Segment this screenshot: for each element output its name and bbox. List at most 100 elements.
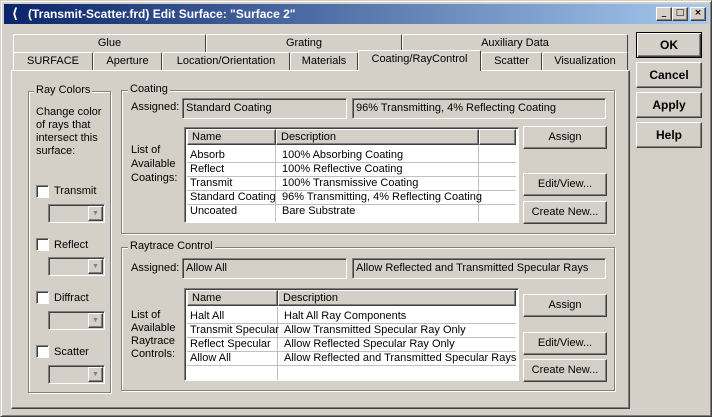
column-header-label: Name — [192, 131, 222, 143]
scatter-color-select[interactable]: ▼ — [48, 365, 105, 384]
ray-colors-description: intersect this — [36, 132, 98, 144]
table-cell: 96% Transmitting, 4% Reflecting Coating — [282, 191, 482, 203]
transmit-checkbox[interactable] — [36, 185, 49, 198]
table-cell: Reflect — [190, 163, 225, 175]
tab-coating-raycontrol[interactable]: Coating/RayControl — [358, 50, 481, 71]
minimize-button[interactable]: _ — [656, 7, 672, 21]
app-icon[interactable]: ⟨ — [7, 6, 23, 22]
coating-edit-view-button[interactable]: Edit/View... — [523, 173, 607, 196]
coating-assigned-value: Standard Coating — [182, 98, 347, 119]
tab-materials[interactable]: Materials — [290, 52, 358, 71]
table-cell: Transmit Specular — [190, 324, 279, 336]
tab-label: Grating — [285, 37, 323, 49]
table-row[interactable]: Allow All Allow Reflected and Transmitted… — [187, 351, 518, 365]
transmit-label: Transmit — [54, 185, 97, 197]
table-cell: Reflect Specular — [190, 338, 271, 350]
table-row[interactable]: Transmit Specular Allow Transmitted Specu… — [187, 323, 518, 337]
raytrace-list-label: Controls: — [131, 348, 176, 360]
coating-assigned-text: Standard Coating — [186, 102, 272, 114]
ray-colors-title: Ray Colors — [34, 84, 93, 96]
tab-label: Auxiliary Data — [481, 37, 549, 49]
raytrace-create-new-button[interactable]: Create New... — [523, 359, 607, 382]
table-cell: Bare Substrate — [282, 205, 356, 217]
table-cell: Transmit — [190, 177, 233, 189]
ok-button[interactable]: OK — [636, 32, 702, 58]
tab-location-orientation[interactable]: Location/Orientation — [162, 52, 290, 71]
table-row[interactable]: Halt All Halt All Ray Components — [187, 309, 518, 323]
tab-label: Scatter — [494, 55, 529, 67]
table-cell: 100% Reflective Coating — [282, 163, 403, 175]
coating-create-new-button[interactable]: Create New... — [523, 201, 607, 224]
table-cell: 100% Absorbing Coating — [282, 149, 404, 161]
window-title: (Transmit-Scatter.frd) Edit Surface: "Su… — [28, 7, 296, 21]
coating-assigned-desc-text: 96% Transmitting, 4% Reflecting Coating — [356, 102, 556, 114]
table-cell: Allow Transmitted Specular Ray Only — [284, 324, 466, 336]
column-header-label: Description — [283, 292, 339, 304]
raytrace-control-title: Raytrace Control — [128, 240, 215, 252]
chevron-down-icon[interactable]: ▼ — [88, 259, 103, 274]
column-header-label: Name — [192, 292, 222, 304]
table-cell: Uncoated — [190, 205, 238, 217]
table-row[interactable]: Reflect 100% Reflective Coating — [187, 162, 518, 176]
table-cell: Halt All — [190, 310, 225, 322]
chevron-down-icon[interactable]: ▼ — [88, 206, 103, 221]
chevron-down-icon[interactable]: ▼ — [88, 367, 103, 382]
reflect-checkbox[interactable] — [36, 238, 49, 251]
raytrace-list-label: Raytrace — [131, 335, 176, 347]
tab-label: Coating/RayControl — [371, 53, 468, 65]
column-header-description[interactable]: Description — [276, 129, 479, 145]
table-row[interactable]: Reflect Specular Allow Reflected Specular… — [187, 337, 518, 351]
tab-surface[interactable]: SURFACE — [13, 52, 93, 71]
table-cell: 100% Transmissive Coating — [282, 177, 419, 189]
coating-assign-button[interactable]: Assign — [523, 126, 607, 149]
reflect-color-select[interactable]: ▼ — [48, 257, 105, 276]
maximize-button[interactable]: □ — [672, 7, 688, 21]
raytrace-assign-button[interactable]: Assign — [523, 294, 607, 317]
ray-colors-description: of rays that — [36, 119, 91, 131]
column-header-label: Description — [281, 131, 337, 143]
diffract-label: Diffract — [54, 292, 89, 304]
title-bar[interactable]: ⟨ (Transmit-Scatter.frd) Edit Surface: "… — [4, 4, 709, 24]
tab-label: Glue — [97, 37, 122, 49]
raytrace-assigned-label: Assigned: — [131, 262, 180, 274]
tab-aperture[interactable]: Aperture — [93, 52, 162, 71]
cancel-button[interactable]: Cancel — [636, 62, 702, 88]
chevron-down-icon[interactable]: ▼ — [88, 313, 103, 328]
raytrace-controls-list[interactable]: Name Description Halt All Halt All Ray Co… — [184, 288, 519, 381]
diffract-checkbox[interactable] — [36, 291, 49, 304]
column-header-name[interactable]: Name — [187, 290, 278, 306]
table-row[interactable]: Absorb 100% Absorbing Coating — [187, 148, 518, 162]
table-cell: Standard Coating — [190, 191, 276, 203]
apply-button[interactable]: Apply — [636, 92, 702, 118]
tab-label: Visualization — [554, 55, 616, 67]
tab-label: SURFACE — [27, 55, 79, 67]
close-button[interactable]: × — [690, 7, 706, 21]
transmit-color-select[interactable]: ▼ — [48, 204, 105, 223]
tab-label: Aperture — [106, 55, 149, 67]
table-cell: Allow Reflected and Transmitted Specular… — [284, 352, 517, 364]
table-row[interactable]: Transmit 100% Transmissive Coating — [187, 176, 518, 190]
coatings-list[interactable]: Name Description Absorb 100% Absorbing Co… — [184, 127, 519, 223]
raytrace-assigned-text: Allow All — [186, 262, 227, 274]
column-header-name[interactable]: Name — [187, 129, 276, 145]
table-cell: Allow All — [190, 352, 231, 364]
tab-scatter[interactable]: Scatter — [481, 52, 542, 71]
raytrace-edit-view-button[interactable]: Edit/View... — [523, 332, 607, 355]
coatings-list-label: Coatings: — [131, 172, 178, 184]
raytrace-assigned-description: Allow Reflected and Transmitted Specular… — [352, 258, 606, 279]
column-header-empty — [479, 129, 516, 145]
table-row[interactable]: Uncoated Bare Substrate — [187, 204, 518, 218]
raytrace-list-label: Available — [131, 322, 176, 334]
table-cell: Allow Reflected Specular Ray Only — [284, 338, 455, 350]
scatter-checkbox[interactable] — [36, 345, 49, 358]
coating-assigned-description: 96% Transmitting, 4% Reflecting Coating — [352, 98, 606, 119]
tab-visualization[interactable]: Visualization — [542, 52, 628, 71]
diffract-color-select[interactable]: ▼ — [48, 311, 105, 330]
ray-colors-description: Change color — [36, 106, 102, 118]
tab-glue[interactable]: Glue — [13, 34, 206, 53]
help-button[interactable]: Help — [636, 122, 702, 148]
table-row[interactable]: Standard Coating 96% Transmitting, 4% Ref… — [187, 190, 518, 204]
raytrace-assigned-desc-text: Allow Reflected and Transmitted Specular… — [356, 262, 589, 274]
column-header-description[interactable]: Description — [278, 290, 516, 306]
table-cell: Absorb — [190, 149, 225, 161]
